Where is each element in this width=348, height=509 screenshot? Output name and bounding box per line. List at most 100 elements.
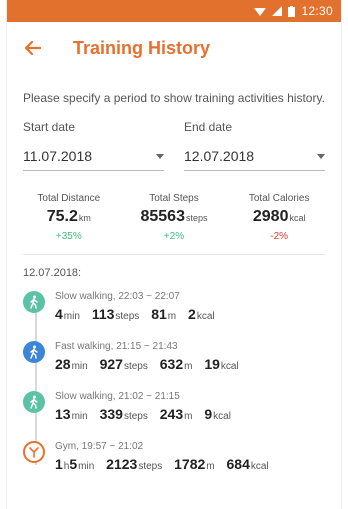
activity-body: Slow walking, 22:03 ~ 22:07 4min 113step… <box>55 291 223 341</box>
metric-unit: min <box>71 361 88 372</box>
metric-value: 684 <box>226 456 250 472</box>
metric-value: 28 <box>55 356 71 372</box>
stat-label: Total Steps <box>149 193 199 204</box>
metric-unit: min <box>63 311 80 322</box>
day-header: 12.07.2018: <box>23 267 82 279</box>
dropdown-arrow-icon <box>317 153 325 159</box>
stat-change: -2% <box>270 231 289 242</box>
description-text: Please specify a period to show training… <box>23 91 325 105</box>
activity-title: Slow walking, 21:02 ~ 21:15 <box>55 391 180 402</box>
page-title: Training History <box>73 37 211 58</box>
activity-title: Gym, 19:57 ~ 21:02 <box>55 441 144 452</box>
activity-metrics: 13min 339steps 243m 9kcal <box>55 406 239 422</box>
stat-value: 75.2km <box>17 208 121 226</box>
metric-distance: 632m <box>160 356 193 372</box>
stat-total-distance: Total Distance 75.2km +35% <box>17 193 121 242</box>
start-date-select[interactable]: 11.07.2018 <box>23 148 164 171</box>
activity-item[interactable]: Gym, 19:57 ~ 21:02 1h5min 2123steps 1782… <box>23 441 341 491</box>
metric-value: 9 <box>204 406 213 422</box>
metric-unit: kcal <box>220 361 239 372</box>
activity-timeline: Slow walking, 22:03 ~ 22:07 4min 113step… <box>7 291 341 491</box>
stat-total-steps: Total Steps 85563steps +2% <box>122 193 226 242</box>
metric-unit: m <box>167 311 177 322</box>
stat-number: 85563 <box>140 208 185 225</box>
status-time: 12:30 <box>301 4 333 18</box>
metric-value: 1782 <box>174 456 206 472</box>
metric-calories: 2kcal <box>188 306 215 322</box>
dropdown-arrow-icon <box>156 153 164 159</box>
metric-value: 13 <box>55 406 71 422</box>
stat-unit: steps <box>185 213 208 223</box>
stat-value: 2980kcal <box>227 208 331 226</box>
metric-unit: steps <box>138 461 163 472</box>
status-bar: 12:30 <box>7 0 341 22</box>
stat-unit: km <box>78 213 91 223</box>
start-date-field: Start date 11.07.2018 <box>23 120 164 171</box>
metric-value: 2 <box>188 306 196 322</box>
stat-number: 75.2 <box>46 208 78 225</box>
end-date-select[interactable]: 12.07.2018 <box>184 148 325 171</box>
signal-icon <box>272 6 283 16</box>
metric-steps: 113steps <box>92 306 140 322</box>
metric-duration: 4min <box>55 306 80 322</box>
metric-distance: 81m <box>151 306 176 322</box>
metric-unit: kcal <box>250 461 269 472</box>
activity-metrics: 4min 113steps 81m 2kcal <box>55 306 223 322</box>
metric-unit: steps <box>123 411 148 422</box>
metric-duration: 13min <box>55 406 88 422</box>
metric-value: 2123 <box>106 456 138 472</box>
end-date-field: End date 12.07.2018 <box>184 120 325 171</box>
metric-steps: 927steps <box>100 356 148 372</box>
app-screen: 12:30 Training History Please specify a … <box>6 0 342 509</box>
stat-change: +35% <box>55 231 82 242</box>
gym-icon <box>23 441 45 463</box>
metric-unit: kcal <box>196 311 215 322</box>
stat-unit: kcal <box>289 213 306 223</box>
metric-value: 339 <box>99 406 123 422</box>
stat-label: Total Calories <box>248 193 310 204</box>
walking-icon <box>23 341 45 363</box>
metric-duration: 1h5min <box>55 456 94 472</box>
metric-distance: 1782m <box>174 456 215 472</box>
metric-calories: 19kcal <box>204 356 238 372</box>
metric-distance: 243m <box>160 406 193 422</box>
activity-title: Slow walking, 22:03 ~ 22:07 <box>55 291 180 302</box>
metric-unit: m <box>184 361 193 372</box>
metric-unit: steps <box>115 311 140 322</box>
stat-total-calories: Total Calories 2980kcal -2% <box>227 193 331 242</box>
metric-value: 81 <box>151 306 167 322</box>
stat-value: 85563steps <box>122 208 226 226</box>
battery-icon <box>288 5 296 17</box>
stat-number: 2980 <box>252 208 289 225</box>
start-date-label: Start date <box>23 120 76 134</box>
metric-unit: kcal <box>213 411 231 422</box>
metric-unit: m <box>184 411 193 422</box>
metric-calories: 684kcal <box>227 456 269 472</box>
activity-body: Gym, 19:57 ~ 21:02 1h5min 2123steps 1782… <box>55 441 277 491</box>
start-date-value: 11.07.2018 <box>23 148 93 164</box>
metric-steps: 339steps <box>100 406 148 422</box>
activity-metrics: 28min 927steps 632m 19kcal <box>55 356 247 372</box>
arrow-left-icon[interactable] <box>23 38 43 58</box>
metric-unit: steps <box>123 361 148 372</box>
activity-item[interactable]: Slow walking, 22:03 ~ 22:07 4min 113step… <box>23 291 341 341</box>
end-date-label: End date <box>184 120 233 134</box>
summary-stats: Total Distance 75.2km +35% Total Steps 8… <box>7 171 341 242</box>
metric-value: 1 <box>55 456 63 472</box>
activity-body: Fast walking, 21:15 ~ 21:43 28min 927ste… <box>55 341 247 391</box>
metric-unit: min <box>71 411 88 422</box>
metric-value: 113 <box>91 306 115 322</box>
metric-unit: min <box>78 461 95 472</box>
date-range: Start date 11.07.2018 End date 12.07.201… <box>7 120 341 171</box>
metric-steps: 2123steps <box>106 456 162 472</box>
activity-item[interactable]: Fast walking, 21:15 ~ 21:43 28min 927ste… <box>23 341 341 391</box>
stat-change: +2% <box>163 231 185 242</box>
activity-item[interactable]: Slow walking, 21:02 ~ 21:15 13min 339ste… <box>23 391 341 441</box>
wifi-icon <box>254 6 267 16</box>
walking-icon <box>23 291 45 313</box>
metric-unit: m <box>206 461 215 472</box>
walking-icon <box>23 391 45 413</box>
stat-label: Total Distance <box>37 193 101 204</box>
metric-value: 243 <box>159 406 184 422</box>
metric-value: 632 <box>159 356 184 372</box>
